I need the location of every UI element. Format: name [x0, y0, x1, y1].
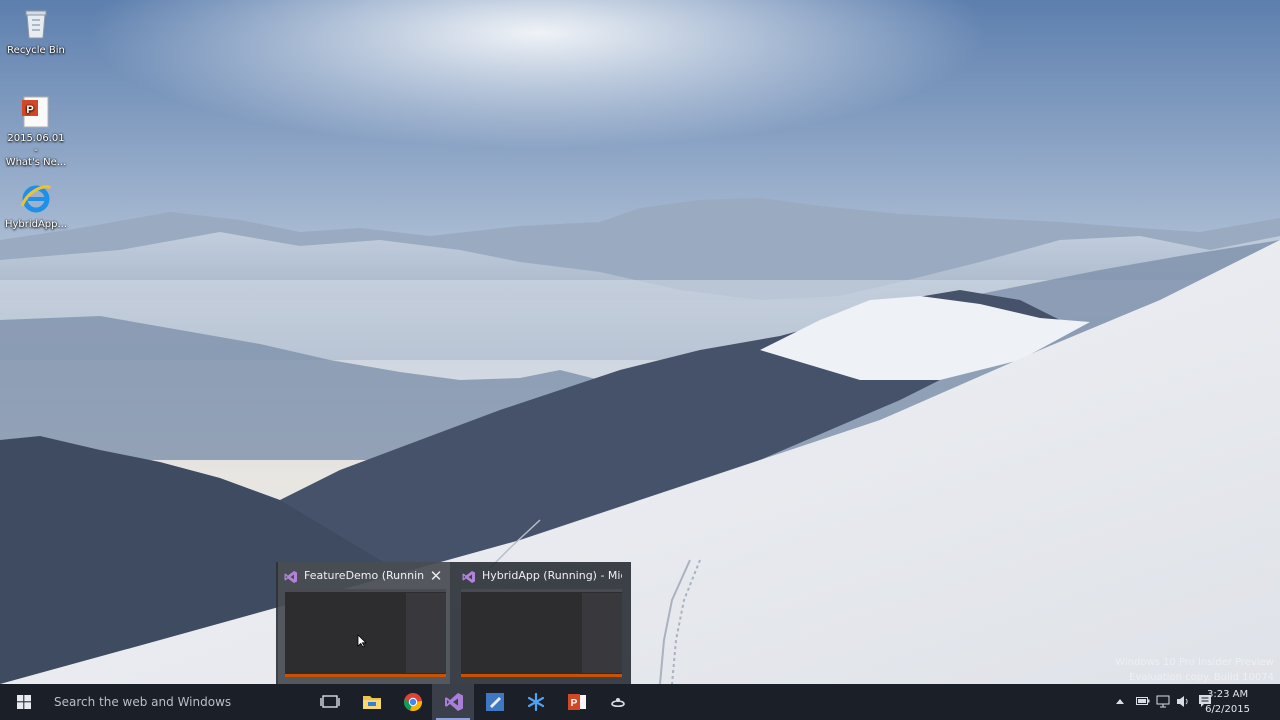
- battery-icon[interactable]: [1136, 696, 1150, 706]
- svg-text:P: P: [571, 698, 578, 709]
- snowflake-app-icon: [527, 692, 545, 712]
- mouse-cursor-icon: [357, 634, 367, 648]
- desktop-icon-label: HybridApp...: [4, 219, 68, 230]
- volume-icon[interactable]: [1176, 695, 1190, 708]
- preview-statusbar: [285, 674, 446, 677]
- app-button[interactable]: [596, 684, 638, 720]
- thumbnail-preview-image: [461, 589, 622, 677]
- desktop-icon-powerpoint-file[interactable]: P 2015.06.01 - What's Ne...: [4, 94, 68, 169]
- task-view-button[interactable]: [308, 684, 350, 720]
- thumbnail-featuredemo[interactable]: FeatureDemo (Running) -... ✕: [278, 562, 450, 684]
- preview-statusbar: [461, 674, 622, 677]
- blend-button[interactable]: [473, 684, 515, 720]
- clock-time: 3:23 AM: [1206, 689, 1249, 700]
- preview-menubar: [461, 589, 622, 592]
- taskbar: Search the web and Windows P 3:23 AM 6/2…: [0, 684, 1280, 720]
- task-view-icon: [320, 695, 340, 708]
- powerpoint-file-icon: P: [18, 94, 54, 130]
- desktop-icon-label: 2015.06.01 - What's Ne...: [5, 133, 67, 168]
- powerpoint-button[interactable]: P: [555, 684, 597, 720]
- visual-studio-icon: [284, 569, 298, 583]
- thumbnail-preview-image: [285, 589, 446, 677]
- network-icon[interactable]: [1156, 695, 1170, 708]
- wallpaper-image: [0, 0, 1280, 684]
- visual-studio-icon: [445, 693, 463, 711]
- thumbnail-title: HybridApp (Running) - Microso...: [482, 569, 622, 582]
- watermark-line-2: Evaluation copy. Build 10074: [1129, 672, 1274, 683]
- chevron-up-icon[interactable]: [1116, 698, 1124, 704]
- desktop-icon-recycle-bin[interactable]: Recycle Bin: [4, 6, 68, 57]
- preview-side-panel: [406, 593, 446, 673]
- app-icon: [611, 698, 625, 708]
- search-input[interactable]: Search the web and Windows: [42, 684, 310, 720]
- windows-watermark: Windows 10 Pro Insider Preview Evaluatio…: [1115, 655, 1274, 684]
- thumbnail-title: FeatureDemo (Running) -...: [304, 569, 424, 582]
- recycle-bin-icon: [18, 6, 54, 42]
- preview-side-panel: [582, 593, 622, 673]
- file-explorer-icon: [363, 696, 381, 709]
- watermark-line-1: Windows 10 Pro Insider Preview: [1115, 657, 1274, 668]
- windows-logo-icon: [17, 695, 31, 709]
- powerpoint-icon: P: [568, 694, 586, 710]
- visual-studio-button[interactable]: [432, 684, 474, 720]
- chrome-icon: [403, 693, 423, 712]
- snowflake-app-button[interactable]: [514, 684, 556, 720]
- svg-text:P: P: [26, 104, 33, 116]
- thumbnail-hybridapp[interactable]: HybridApp (Running) - Microso...: [456, 562, 628, 684]
- desktop-wallpaper: Recycle Bin P 2015.06.01 - What's Ne... …: [0, 0, 1280, 684]
- clock-date: 6/2/2015: [1205, 704, 1250, 715]
- taskbar-thumbnail-panel: FeatureDemo (Running) -... ✕ HybridApp (…: [276, 562, 631, 684]
- preview-menubar: [285, 589, 446, 592]
- desktop-icon-label: Recycle Bin: [7, 45, 65, 56]
- chrome-button[interactable]: [391, 684, 433, 720]
- desktop-icon-hybridapp[interactable]: HybridApp...: [4, 180, 68, 231]
- system-tray: [1112, 684, 1220, 720]
- blend-icon: [486, 693, 504, 711]
- visual-studio-icon: [462, 569, 476, 583]
- taskbar-clock[interactable]: 3:23 AM 6/2/2015: [1205, 687, 1250, 717]
- start-button[interactable]: [0, 684, 48, 720]
- file-explorer-button[interactable]: [350, 684, 392, 720]
- thumbnail-close-button[interactable]: ✕: [425, 565, 447, 587]
- internet-explorer-icon: [18, 180, 54, 216]
